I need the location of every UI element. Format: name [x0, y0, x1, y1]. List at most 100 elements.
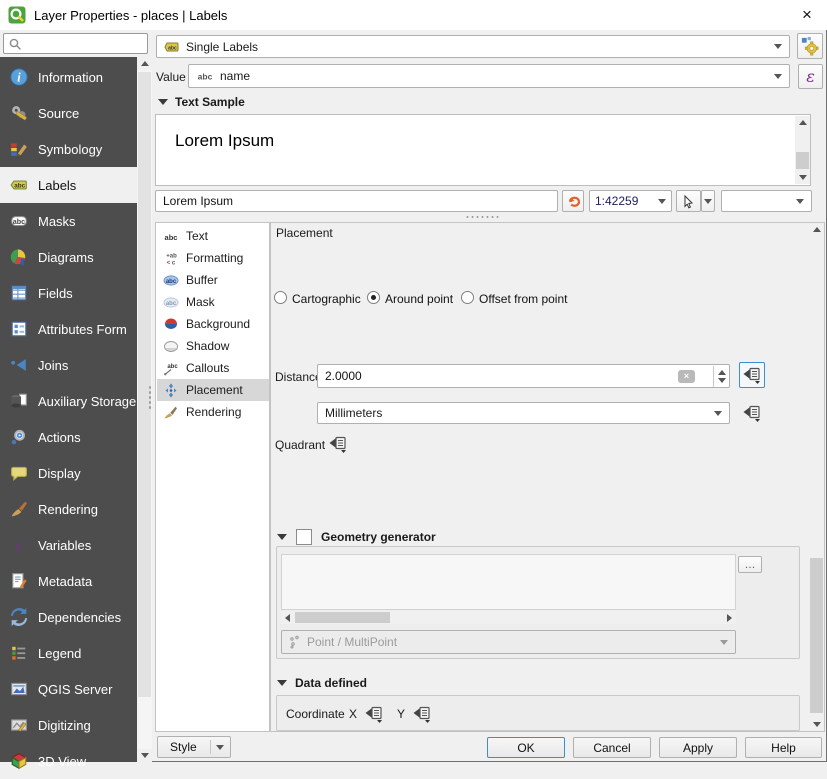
close-icon[interactable]: × — [793, 2, 821, 28]
sidebar-item-qgis-server[interactable]: QGIS Server — [0, 671, 137, 707]
sidebar-item-information[interactable]: i Information — [0, 59, 137, 95]
sidebar-item-diagrams[interactable]: Diagrams — [0, 239, 137, 275]
tab-placement[interactable]: Placement — [157, 379, 269, 401]
tab-callouts[interactable]: abc Callouts — [157, 357, 269, 379]
sidebar-item-label: Display — [38, 466, 81, 481]
distance-spinbox[interactable]: × — [317, 364, 730, 388]
panel-scrollbar-thumb[interactable] — [810, 558, 823, 713]
label-mode-combo[interactable]: abc Single Labels — [156, 35, 790, 58]
sidebar-item-source[interactable]: Source — [0, 95, 137, 131]
reset-sample-button[interactable] — [562, 190, 584, 212]
style-button-label: Style — [170, 740, 197, 754]
svg-text:abc: abc — [14, 183, 25, 190]
scroll-up-icon[interactable] — [809, 223, 824, 236]
scroll-up-icon[interactable] — [137, 57, 152, 70]
search-input[interactable] — [22, 36, 141, 52]
expression-more-button[interactable]: … — [738, 556, 762, 573]
sidebar-item-display[interactable]: Display — [0, 455, 137, 491]
tab-text[interactable]: abc Text — [157, 225, 269, 247]
value-combo[interactable]: abc name — [188, 64, 790, 88]
expression-hscrollbar[interactable] — [281, 611, 736, 624]
units-override-button[interactable] — [739, 400, 765, 426]
cartographic-radio-label[interactable]: Cartographic — [292, 292, 361, 306]
scroll-left-icon[interactable] — [285, 614, 290, 622]
attributes-form-icon — [9, 319, 29, 339]
sample-text-input[interactable] — [161, 193, 552, 209]
offset-from-point-radio[interactable] — [461, 291, 474, 304]
cartographic-radio[interactable] — [274, 291, 287, 304]
tab-background[interactable]: Background — [157, 313, 269, 335]
distance-input[interactable] — [323, 368, 691, 384]
coordinate-x-override-button[interactable] — [361, 701, 387, 727]
spin-up-icon[interactable] — [718, 370, 726, 375]
quadrant-override-button[interactable] — [325, 431, 351, 457]
cancel-button[interactable]: Cancel — [573, 737, 651, 758]
tab-mask[interactable]: abc Mask — [157, 291, 269, 313]
geometry-expression-editor[interactable] — [281, 554, 736, 610]
map-scale-picker-dropdown[interactable] — [701, 190, 715, 212]
help-button[interactable]: Help — [745, 737, 822, 758]
geometry-type-combo[interactable]: Point / MultiPoint — [281, 630, 736, 654]
distance-override-button[interactable] — [739, 362, 765, 388]
map-scale-picker-button[interactable] — [676, 190, 701, 212]
geometry-generator-header[interactable]: Geometry generator — [277, 529, 436, 545]
sidebar-item-masks[interactable]: abc Masks — [0, 203, 137, 239]
preview-scrollbar-thumb[interactable] — [796, 152, 809, 169]
preview-scale-combo[interactable]: 1:42259 — [589, 190, 672, 212]
sample-background-combo[interactable] — [721, 190, 812, 212]
sidebar-item-digitizing[interactable]: Digitizing — [0, 707, 137, 743]
tab-buffer[interactable]: abc Buffer — [157, 269, 269, 291]
distance-spinner[interactable] — [713, 366, 729, 387]
sidebar-item-3d-view[interactable]: 3D View — [0, 743, 137, 779]
around-point-radio-label[interactable]: Around point — [385, 292, 453, 306]
svg-text:abc: abc — [164, 233, 177, 242]
tab-shadow[interactable]: Shadow — [157, 335, 269, 357]
sidebar-item-rendering[interactable]: Rendering — [0, 491, 137, 527]
search-box[interactable] — [3, 33, 148, 54]
sidebar-item-auxiliary-storage[interactable]: Auxiliary Storage — [0, 383, 137, 419]
splitter-handle[interactable] — [465, 215, 501, 219]
spin-down-icon[interactable] — [718, 378, 726, 383]
scroll-down-icon[interactable] — [137, 749, 152, 762]
distance-units-combo[interactable]: Millimeters — [317, 402, 730, 424]
sidebar-item-joins[interactable]: Joins — [0, 347, 137, 383]
collapse-arrow-icon[interactable] — [158, 99, 168, 105]
sidebar-splitter-handle[interactable] — [148, 385, 152, 411]
data-defined-header[interactable]: Data defined — [277, 676, 367, 690]
geometry-generator-checkbox[interactable] — [296, 529, 312, 545]
style-button[interactable]: Style — [157, 736, 231, 758]
tab-formatting[interactable]: +ab< c Formatting — [157, 247, 269, 269]
scroll-up-icon[interactable] — [795, 116, 810, 129]
title-bar: Layer Properties - places | Labels × — [0, 0, 827, 30]
sidebar-item-variables[interactable]: ε Variables — [0, 527, 137, 563]
search-icon — [8, 37, 22, 51]
hscrollbar-thumb[interactable] — [295, 612, 390, 623]
expression-builder-button[interactable]: ε — [798, 64, 823, 89]
clear-icon[interactable]: × — [678, 370, 695, 383]
data-defined-group: Coordinate X Y — [276, 695, 800, 731]
sample-text-input-wrap — [155, 190, 558, 212]
sidebar-item-metadata[interactable]: Metadata — [0, 563, 137, 599]
preview-scrollbar[interactable] — [795, 116, 810, 184]
panel-scrollbar[interactable] — [809, 223, 824, 731]
scroll-right-icon[interactable] — [727, 614, 732, 622]
tab-rendering[interactable]: Rendering — [157, 401, 269, 423]
scroll-down-icon[interactable] — [795, 171, 810, 184]
around-point-radio[interactable] — [367, 291, 380, 304]
auto-placement-settings-button[interactable] — [797, 33, 823, 59]
sidebar-item-fields[interactable]: Fields — [0, 275, 137, 311]
collapse-arrow-icon[interactable] — [277, 680, 287, 686]
collapse-arrow-icon[interactable] — [277, 534, 287, 540]
sidebar-item-symbology[interactable]: Symbology — [0, 131, 137, 167]
coordinate-y-override-button[interactable] — [409, 701, 435, 727]
sidebar-item-actions[interactable]: Actions — [0, 419, 137, 455]
apply-button[interactable]: Apply — [659, 737, 737, 758]
text-sample-header[interactable]: Text Sample — [158, 95, 245, 109]
ok-button[interactable]: OK — [487, 737, 565, 758]
sidebar-item-legend[interactable]: Legend — [0, 635, 137, 671]
scroll-down-icon[interactable] — [809, 718, 824, 731]
sidebar-item-attributes-form[interactable]: Attributes Form — [0, 311, 137, 347]
sidebar-item-labels[interactable]: abc Labels — [0, 167, 137, 203]
sidebar-item-dependencies[interactable]: Dependencies — [0, 599, 137, 635]
offset-from-point-radio-label[interactable]: Offset from point — [479, 292, 567, 306]
